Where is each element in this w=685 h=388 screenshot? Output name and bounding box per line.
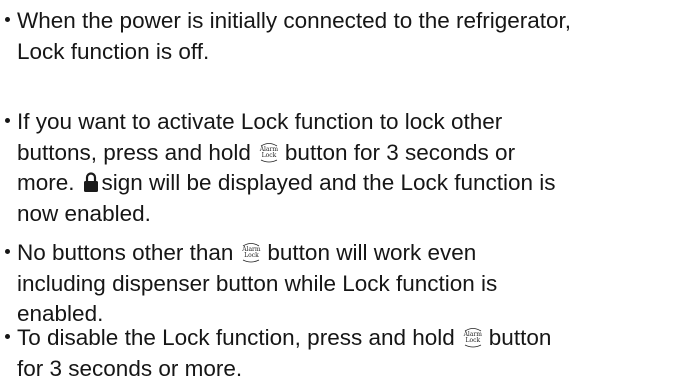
bullet — [5, 17, 10, 22]
button-icon-label: Lock — [261, 151, 277, 159]
item-text-line: Lock function is off. — [17, 38, 210, 64]
item-text-line: If you want to activate Lock function to… — [17, 109, 503, 134]
item-text: button for 3 seconds or — [284, 139, 516, 165]
item-text: sign will be displayed and the Lock func… — [101, 170, 556, 195]
alarm-lock-button-icon: Alarm Lock — [240, 241, 262, 263]
button-icon-label: Lock — [244, 252, 259, 259]
item-text: button will work even — [267, 240, 477, 265]
item-text-line: When the power is initially connected to… — [17, 8, 572, 33]
item-text: No buttons other than — [17, 240, 234, 265]
button-icon-label: Lock — [465, 337, 481, 344]
bullet — [5, 249, 10, 254]
bullet — [5, 334, 10, 339]
list-item: No buttons other than Alarm Lock button wil… — [0, 238, 684, 330]
item-text: button — [488, 325, 552, 350]
item-text: To disable the Lock function, press and … — [17, 325, 455, 350]
item-text: buttons, press and hold — [17, 139, 251, 165]
list-item: If you want to activate Lock function to… — [0, 107, 684, 229]
list-item: When the power is initially connected to… — [0, 6, 684, 67]
item-text-line: for 3 seconds or more. — [17, 355, 243, 381]
item-text-line: now enabled. — [17, 200, 151, 226]
item-text: more. — [17, 170, 75, 195]
list-item: To disable the Lock function, press and … — [0, 323, 684, 384]
alarm-lock-button-icon: Alarm Lock — [462, 326, 484, 348]
lock-function-instructions: When the power is initially connected to… — [0, 0, 685, 388]
item-text-line: including dispenser button while Lock fu… — [17, 270, 498, 296]
bullet — [5, 118, 10, 123]
padlock-icon — [83, 171, 99, 193]
alarm-lock-button-icon: Alarm Lock — [258, 141, 280, 163]
